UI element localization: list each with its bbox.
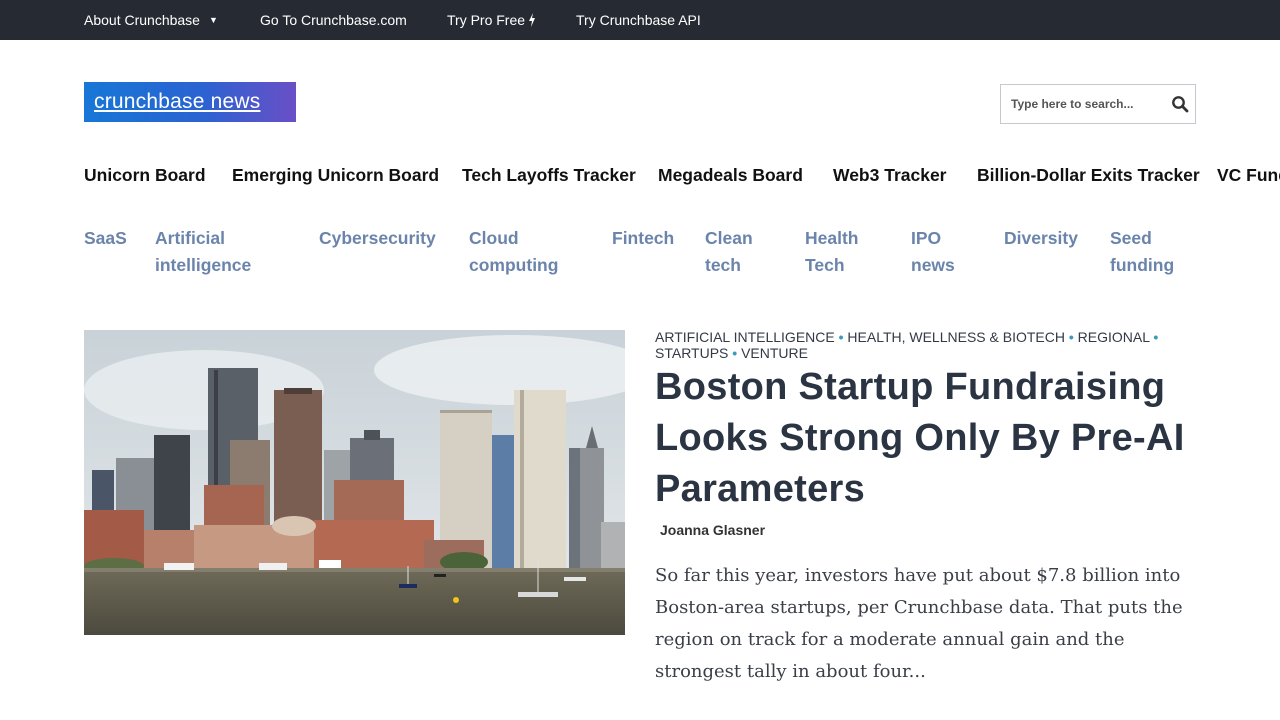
category-fintech[interactable]: Fintech xyxy=(612,225,692,252)
nav-megadeals-board[interactable]: Megadeals Board xyxy=(658,164,803,186)
nav-emerging-unicorn-board[interactable]: Emerging Unicorn Board xyxy=(232,164,439,186)
go-to-crunchbase-label: Go To Crunchbase.com xyxy=(260,12,407,28)
nav-unicorn-board[interactable]: Unicorn Board xyxy=(84,164,206,186)
search-icon[interactable] xyxy=(1171,95,1189,113)
nav-tech-layoffs-tracker[interactable]: Tech Layoffs Tracker xyxy=(462,164,636,186)
logo-text: crunchbase news xyxy=(94,90,261,113)
try-crunchbase-api-label: Try Crunchbase API xyxy=(576,12,701,28)
top-utility-bar: About Crunchbase ▼ Go To Crunchbase.com T… xyxy=(0,0,1280,40)
try-crunchbase-api-link[interactable]: Try Crunchbase API xyxy=(576,12,701,28)
article-excerpt: So far this year, investors have put abo… xyxy=(655,565,1183,682)
try-pro-free-label: Try Pro Free xyxy=(447,12,526,28)
category-cloud-computing[interactable]: Cloud computing xyxy=(469,225,569,279)
nav-vc-funds[interactable]: VC Funds xyxy=(1217,164,1280,186)
tag-health-wellness-biotech[interactable]: Health, Wellness & Biotech xyxy=(847,329,1065,345)
tag-separator: • xyxy=(732,345,738,361)
feature-image[interactable] xyxy=(84,330,625,635)
search-input[interactable] xyxy=(1001,85,1161,123)
category-diversity[interactable]: Diversity xyxy=(1004,225,1094,252)
category-health-tech[interactable]: Health Tech xyxy=(805,225,875,279)
nav-billion-dollar-exits-tracker[interactable]: Billion-Dollar Exits Tracker xyxy=(977,164,1200,186)
lightning-bolt-icon xyxy=(529,13,536,27)
category-artificial-intelligence[interactable]: Artificial intelligence xyxy=(155,225,265,279)
tag-separator: • xyxy=(1068,329,1074,345)
search-box xyxy=(1000,84,1196,124)
go-to-crunchbase-link[interactable]: Go To Crunchbase.com xyxy=(260,12,407,28)
category-seed-funding[interactable]: Seed funding xyxy=(1110,225,1190,279)
category-saas[interactable]: SaaS xyxy=(84,225,134,252)
tag-artificial-intelligence[interactable]: Artificial Intelligence xyxy=(655,329,835,345)
nav-web3-tracker[interactable]: Web3 Tracker xyxy=(833,164,947,186)
caret-down-icon: ▼ xyxy=(208,15,218,25)
article-tags: Artificial Intelligence • Health, Wellne… xyxy=(655,329,1195,361)
category-clean-tech[interactable]: Clean tech xyxy=(705,225,765,279)
article-author[interactable]: Joanna Glasner xyxy=(660,522,765,538)
tag-regional[interactable]: Regional xyxy=(1078,329,1150,345)
category-ipo-news[interactable]: IPO news xyxy=(911,225,971,279)
try-pro-free-link[interactable]: Try Pro Free xyxy=(447,12,536,28)
tag-venture[interactable]: Venture xyxy=(741,345,808,361)
article-headline[interactable]: Boston Startup Fundraising Looks Strong … xyxy=(655,362,1215,515)
boston-skyline-image xyxy=(84,330,625,635)
tag-separator: • xyxy=(838,329,844,345)
about-crunchbase-menu[interactable]: About Crunchbase ▼ xyxy=(84,12,218,30)
tag-startups[interactable]: Startups xyxy=(655,345,728,361)
crunchbase-news-logo[interactable]: crunchbase news xyxy=(84,82,296,122)
tag-separator: • xyxy=(1153,329,1159,345)
category-cybersecurity[interactable]: Cybersecurity xyxy=(319,225,449,252)
about-crunchbase-label: About Crunchbase xyxy=(84,12,200,28)
